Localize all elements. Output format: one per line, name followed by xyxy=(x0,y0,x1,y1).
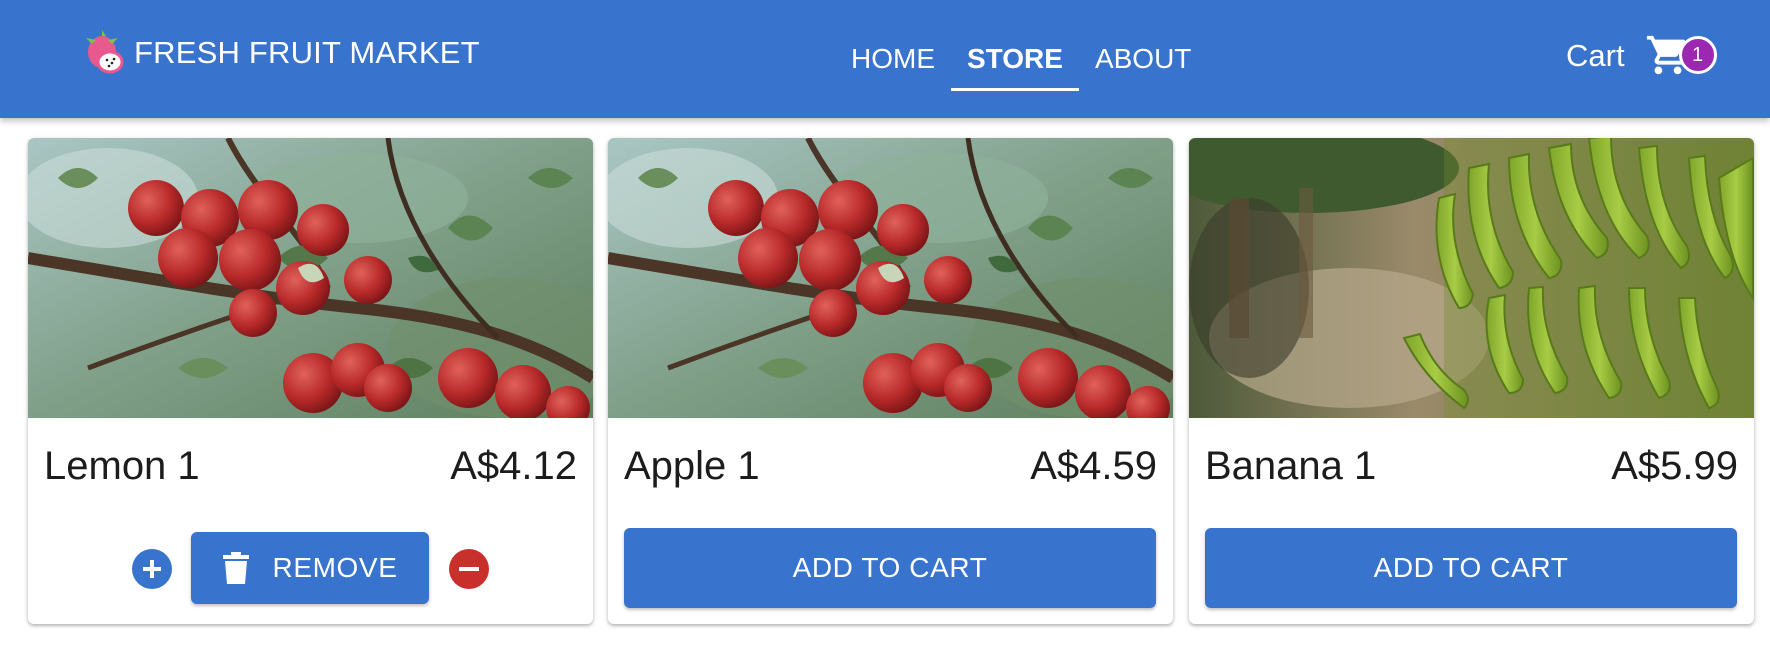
product-grid: Lemon 1 A$4.12 REMOVE Apple 1 A$4.59 ADD… xyxy=(28,138,1754,624)
apple-tree-photo xyxy=(28,138,593,418)
product-card: Lemon 1 A$4.12 REMOVE xyxy=(28,138,593,624)
increase-quantity-button[interactable] xyxy=(132,549,172,589)
plus-circle-icon xyxy=(143,560,161,578)
app-bar: FRESH FRUIT MARKET HOME STORE ABOUT Cart… xyxy=(0,0,1770,118)
apple-tree-photo xyxy=(608,138,1173,418)
product-card: Apple 1 A$4.59 ADD TO CART xyxy=(608,138,1173,624)
decrease-quantity-button[interactable] xyxy=(449,549,489,589)
dragonfruit-icon xyxy=(86,30,124,74)
banana-bunch-photo xyxy=(1189,138,1754,418)
product-price: A$5.99 xyxy=(1611,444,1738,488)
nav-home[interactable]: HOME xyxy=(835,0,951,118)
remove-label: REMOVE xyxy=(272,552,398,583)
cart-button[interactable]: Cart 1 xyxy=(1566,26,1717,86)
product-card: Banana 1 A$5.99 ADD TO CART xyxy=(1189,138,1754,624)
nav-store[interactable]: STORE xyxy=(951,0,1079,118)
product-price: A$4.12 xyxy=(450,444,577,488)
product-image xyxy=(1189,138,1754,418)
add-to-cart-button[interactable]: ADD TO CART xyxy=(624,528,1156,608)
app-title: FRESH FRUIT MARKET xyxy=(134,35,480,70)
trash-icon xyxy=(222,552,249,584)
product-name: Apple 1 xyxy=(624,444,760,488)
product-price: A$4.59 xyxy=(1030,444,1157,488)
cart-quantity-controls: REMOVE xyxy=(28,532,593,606)
brand[interactable]: FRESH FRUIT MARKET xyxy=(82,30,480,76)
remove-button[interactable]: REMOVE xyxy=(191,532,429,604)
product-image xyxy=(608,138,1173,418)
product-name: Lemon 1 xyxy=(44,444,200,488)
cart-label: Cart xyxy=(1566,38,1625,73)
cart-icon-wrap: 1 xyxy=(1643,28,1717,84)
main-nav: HOME STORE ABOUT xyxy=(835,0,1207,118)
add-to-cart-button[interactable]: ADD TO CART xyxy=(1205,528,1737,608)
cart-count-badge: 1 xyxy=(1678,36,1717,74)
nav-about[interactable]: ABOUT xyxy=(1079,0,1207,118)
minus-circle-icon xyxy=(459,567,479,571)
product-name: Banana 1 xyxy=(1205,444,1377,488)
product-image xyxy=(28,138,593,418)
